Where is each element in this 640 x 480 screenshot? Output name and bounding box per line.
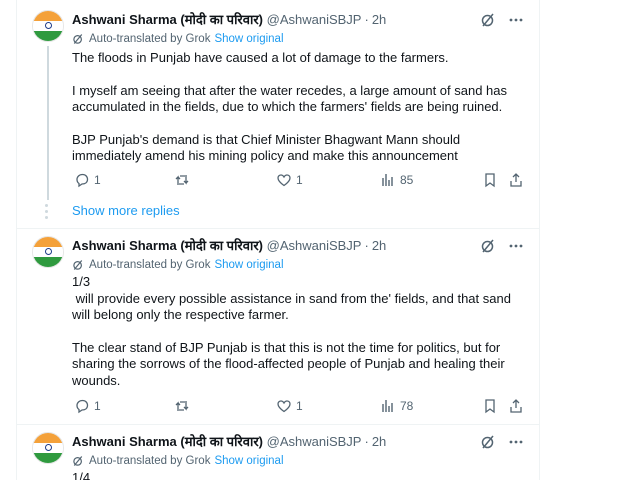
tweet-header: Ashwani Sharma (मोदी का परिवार) @Ashwani… bbox=[72, 434, 387, 449]
retweet-button[interactable] bbox=[174, 172, 194, 188]
paragraph: BJP Punjab's demand is that Chief Minist… bbox=[72, 131, 464, 164]
share-icon bbox=[510, 173, 522, 187]
tweet-text: 1/3 will provide every possible assistan… bbox=[72, 274, 532, 389]
grok-icon bbox=[72, 455, 84, 467]
paragraph: I myself am seeing that after the water … bbox=[72, 82, 511, 115]
like-button[interactable]: 1 bbox=[276, 172, 303, 188]
like-icon bbox=[277, 174, 291, 187]
share-button[interactable] bbox=[508, 172, 524, 188]
bookmark-button[interactable] bbox=[482, 398, 498, 414]
reply-icon bbox=[76, 173, 89, 188]
divider bbox=[16, 228, 540, 229]
action-bar: 1 1 78 bbox=[72, 396, 542, 416]
thread-line bbox=[47, 46, 49, 200]
bookmark-icon bbox=[485, 399, 495, 414]
translation-note: Auto-translated by Grok Show original bbox=[72, 256, 284, 274]
grok-icon[interactable] bbox=[480, 434, 496, 450]
grok-icon[interactable] bbox=[480, 12, 496, 28]
views-icon bbox=[382, 174, 393, 186]
tweet-text: The floods in Punjab have caused a lot o… bbox=[72, 50, 532, 165]
show-more-replies-link[interactable]: Show more replies bbox=[72, 203, 180, 218]
more-icon[interactable] bbox=[508, 12, 524, 28]
author-handle[interactable]: @AshwaniSBJP bbox=[267, 434, 362, 449]
timestamp[interactable]: 2h bbox=[372, 238, 386, 253]
like-count: 1 bbox=[296, 399, 303, 413]
reply-icon bbox=[76, 399, 89, 414]
paragraph: The floods in Punjab have caused a lot o… bbox=[72, 50, 449, 65]
retweet-icon bbox=[175, 175, 189, 185]
author-name[interactable]: Ashwani Sharma (मोदी का परिवार) bbox=[72, 434, 263, 449]
translation-note: Auto-translated by Grok Show original bbox=[72, 452, 284, 470]
grok-icon[interactable] bbox=[480, 238, 496, 254]
show-original-link[interactable]: Show original bbox=[214, 259, 283, 271]
grok-label: Auto-translated by Grok bbox=[89, 33, 211, 45]
reply-button[interactable]: 1 bbox=[74, 172, 101, 188]
views-icon bbox=[382, 400, 393, 412]
author-handle[interactable]: @AshwaniSBJP bbox=[267, 12, 362, 27]
author-handle[interactable]: @AshwaniSBJP bbox=[267, 238, 362, 253]
timestamp[interactable]: 2h bbox=[372, 434, 386, 449]
timestamp[interactable]: 2h bbox=[372, 12, 386, 27]
divider bbox=[16, 424, 540, 425]
avatar[interactable] bbox=[32, 10, 64, 42]
more-icon[interactable] bbox=[508, 238, 524, 254]
avatar[interactable] bbox=[32, 432, 64, 464]
tweet-2[interactable]: Ashwani Sharma (मोदी का परिवार) @Ashwani… bbox=[16, 236, 540, 416]
tweet-text: 1/4 bbox=[72, 470, 532, 480]
thread-connector-dots bbox=[45, 204, 48, 219]
reply-button[interactable]: 1 bbox=[74, 398, 101, 414]
share-icon bbox=[510, 399, 522, 413]
views-button[interactable]: 85 bbox=[380, 172, 413, 188]
share-button[interactable] bbox=[508, 398, 524, 414]
tweet-3[interactable]: Ashwani Sharma (मोदी का परिवार) @Ashwani… bbox=[16, 432, 540, 480]
reply-count: 1 bbox=[94, 173, 101, 187]
grok-label: Auto-translated by Grok bbox=[89, 259, 211, 271]
retweet-icon bbox=[175, 401, 189, 411]
views-button[interactable]: 78 bbox=[380, 398, 413, 414]
tweet-1[interactable]: Ashwani Sharma (मोदी का परिवार) @Ashwani… bbox=[16, 10, 540, 200]
author-name[interactable]: Ashwani Sharma (मोदी का परिवार) bbox=[72, 238, 263, 253]
action-bar: 1 1 85 bbox=[72, 170, 542, 190]
show-original-link[interactable]: Show original bbox=[214, 33, 283, 45]
bookmark-icon bbox=[485, 173, 495, 188]
paragraph: 1/4 bbox=[72, 470, 91, 480]
tweet-header: Ashwani Sharma (मोदी का परिवार) @Ashwani… bbox=[72, 12, 387, 27]
grok-icon bbox=[72, 33, 84, 45]
paragraph: The clear stand of BJP Punjab is that th… bbox=[72, 339, 509, 388]
avatar[interactable] bbox=[32, 236, 64, 268]
retweet-button[interactable] bbox=[174, 398, 194, 414]
translation-note: Auto-translated by Grok Show original bbox=[72, 30, 284, 48]
like-button[interactable]: 1 bbox=[276, 398, 303, 414]
tweet-header: Ashwani Sharma (मोदी का परिवार) @Ashwani… bbox=[72, 238, 387, 253]
like-count: 1 bbox=[296, 173, 303, 187]
grok-label: Auto-translated by Grok bbox=[89, 455, 211, 467]
reply-count: 1 bbox=[94, 399, 101, 413]
bookmark-button[interactable] bbox=[482, 172, 498, 188]
show-original-link[interactable]: Show original bbox=[214, 455, 283, 467]
views-count: 78 bbox=[400, 399, 414, 413]
like-icon bbox=[277, 400, 291, 413]
grok-icon bbox=[72, 259, 84, 271]
more-icon[interactable] bbox=[508, 434, 524, 450]
views-count: 85 bbox=[400, 173, 414, 187]
author-name[interactable]: Ashwani Sharma (मोदी का परिवार) bbox=[72, 12, 263, 27]
paragraph: 1/3 will provide every possible assistan… bbox=[72, 274, 511, 322]
